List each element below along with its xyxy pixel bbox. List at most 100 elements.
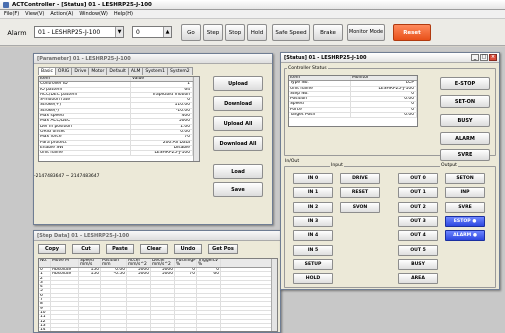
menu-window[interactable]: Window(W) [79,11,108,17]
status-window-title[interactable]: [Status] 01 - LESHRP25-J-100 _ □ × [281,53,499,63]
menu-view[interactable]: View(V) [25,11,44,17]
tab-drive[interactable]: Drive [71,67,90,75]
cell [127,298,151,302]
paste-button[interactable]: Paste [106,244,134,254]
chevron-down-icon[interactable]: ▼ [115,27,123,37]
output-4-button[interactable]: OUT 4 [398,230,438,242]
menu-file[interactable]: File(F) [4,11,19,17]
cell-value: 1.00 [131,124,193,129]
stop-button[interactable]: Stop [225,24,245,41]
clear-button[interactable]: Clear [140,244,168,254]
brake-button[interactable]: Brake [313,24,343,41]
input-func-2-button[interactable]: SVON [340,201,380,213]
cell-monitor: 0.00 [351,97,417,102]
output-1-button[interactable]: OUT 1 [398,187,438,199]
input-6-button[interactable]: SETUP [293,258,333,270]
input-7-button[interactable]: HOLD [293,273,333,285]
safe-speed-button[interactable]: Safe Speed [272,24,310,41]
download-button[interactable]: Download [213,96,263,111]
cut-button[interactable]: Cut [72,244,100,254]
go-button[interactable]: Go [181,24,201,41]
parameter-window-title[interactable]: [Parameter] 01 - LESHRP25-J-100 [34,54,272,64]
cell [197,302,221,306]
input-4-button[interactable]: IN 4 [293,230,333,242]
reset-button[interactable]: Reset [393,24,431,41]
cell [197,276,221,280]
menu-help[interactable]: Help(H) [114,11,133,17]
input-2-button[interactable]: IN 2 [293,201,333,213]
cell-monitor: 0 [351,91,417,97]
estop-button[interactable]: E-STOP [440,77,490,90]
busy-button[interactable]: BUSY [440,114,490,127]
alarm-button[interactable]: ALARM [440,132,490,145]
tab-default[interactable]: Default [106,67,129,75]
tab-orig[interactable]: ORIG [54,67,73,75]
download-all-button[interactable]: Download All [213,136,263,151]
tab-basic[interactable]: Basic [38,67,56,75]
input-3-button[interactable]: IN 3 [293,215,333,227]
tab-motor[interactable]: Motor [88,67,108,75]
monitor-mode-button[interactable]: Monitor Mode [347,24,385,41]
output-3-button[interactable]: OUT 3 [398,215,438,227]
cell: 1 [39,272,51,276]
cell [151,276,175,280]
table-row[interactable]: 14 [39,328,277,331]
input-0-button[interactable]: IN 0 [293,173,333,184]
step-button[interactable]: Step [203,24,223,41]
output-7-button[interactable]: AREA [398,273,438,285]
tab-system1[interactable]: System1 [142,67,168,75]
input-5-button[interactable]: IN 5 [293,244,333,256]
upload-all-button[interactable]: Upload All [213,116,263,131]
table-row[interactable]: Unit name LESHRP25-J-100 [39,151,199,157]
get-pos-button[interactable]: Get Pos [208,244,238,254]
cell [197,289,221,293]
scrollbar[interactable] [193,77,199,161]
upload-button[interactable]: Upload [213,76,263,91]
cell: 10 [39,310,51,315]
cell [151,310,175,315]
value-range-text: -2147483647 ~ 2147483647 [34,174,100,179]
input-1-button[interactable]: IN 1 [293,187,333,199]
output-func-3-button[interactable]: ESTOP ● [445,215,485,227]
stepdata-window-title[interactable]: [Step Data] 01 - LESHRP25-J-100 [34,231,280,241]
scrollbar[interactable] [271,259,277,331]
axis-select[interactable]: 01 - LESHRP25-J-100 ▼ [34,26,124,38]
cell: 5000 [127,272,151,276]
set-on-button[interactable]: SET-ON [440,95,490,108]
output-func-4-button[interactable]: ALARM ● [445,230,485,242]
step-no-spinner[interactable]: 0 ▲ [132,26,172,38]
cell: 150 [79,272,101,276]
cell [127,280,151,285]
cell [151,315,175,319]
tab-alm[interactable]: ALM [127,67,144,75]
output-6-button[interactable]: BUSY [398,258,438,270]
undo-button[interactable]: Undo [174,244,202,254]
cell: 9 [39,306,51,310]
output-0-button[interactable]: OUT 0 [398,173,438,184]
output-label: Output [440,163,458,168]
output-5-button[interactable]: OUT 5 [398,244,438,256]
menu-action[interactable]: Action(A) [50,11,73,17]
input-func-0-button[interactable]: DRIVE [340,173,380,184]
output-func-0-button[interactable]: SETON [445,173,485,184]
load-button[interactable]: Load [213,164,263,179]
output-func-1-button[interactable]: INP [445,187,485,199]
cell-value: 5000 [131,119,193,124]
tab-system2[interactable]: System2 [167,67,193,75]
spin-icon[interactable]: ▲ [163,27,171,37]
cell [51,310,79,315]
output-2-button[interactable]: OUT 2 [398,201,438,213]
copy-button[interactable]: Copy [38,244,66,254]
cell [197,323,221,328]
close-icon[interactable]: × [489,54,497,61]
input-func-1-button[interactable]: RESET [340,187,380,199]
cell [127,328,151,331]
cell [197,319,221,323]
cell [101,276,127,280]
svre-button[interactable]: SVRE [440,149,490,161]
minimize-icon[interactable]: _ [471,54,479,61]
output-func-2-button[interactable]: SVRE [445,201,485,213]
hold-button[interactable]: Hold [247,24,267,41]
maximize-icon[interactable]: □ [480,54,488,61]
save-button[interactable]: Save [213,182,263,197]
